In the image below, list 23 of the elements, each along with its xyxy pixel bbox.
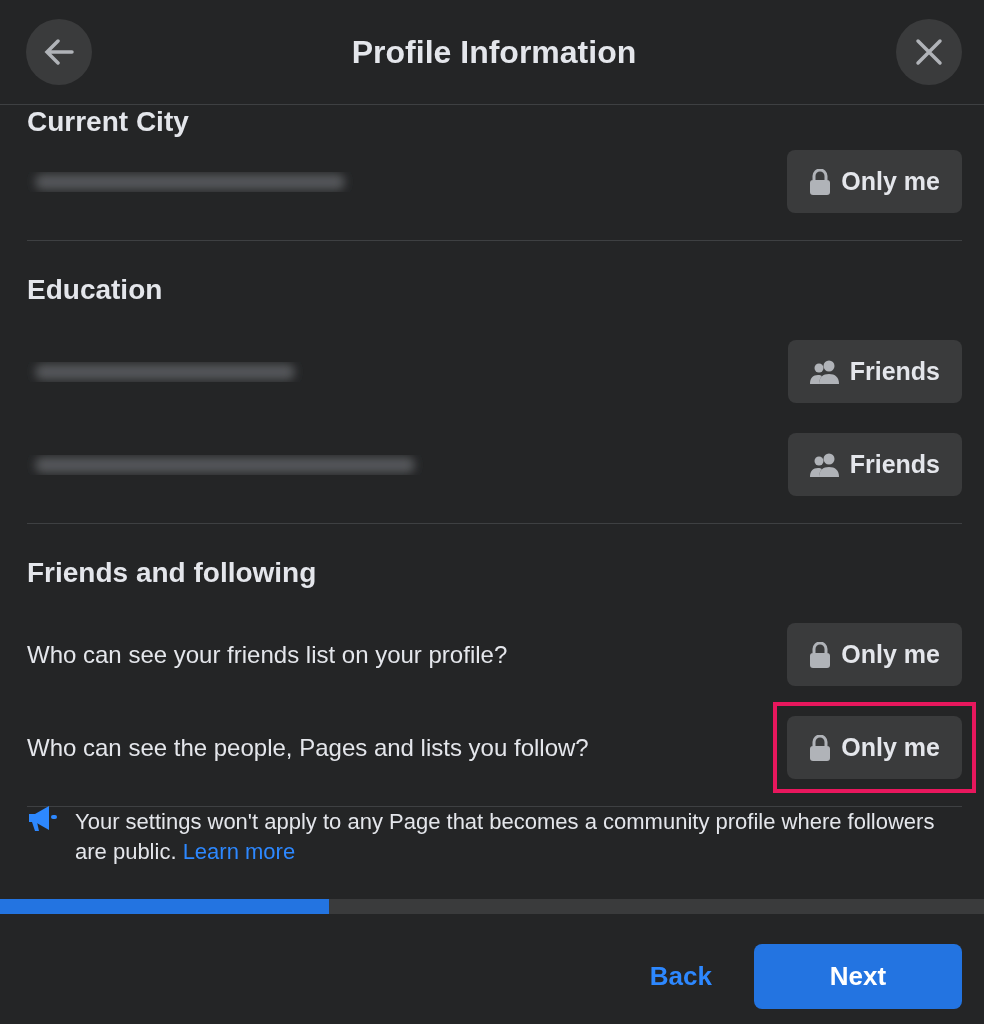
back-arrow-icon [44, 39, 74, 65]
question-text: Who can see the people, Pages and lists you follow? [27, 732, 589, 763]
lock-icon [809, 734, 832, 761]
section-heading: Current City [27, 105, 190, 139]
section-heading: Friends and following [27, 556, 318, 590]
next-button[interactable]: Next [754, 944, 962, 1010]
people-icon [809, 452, 840, 477]
people-icon [809, 359, 840, 384]
privacy-button[interactable]: Friends [787, 340, 962, 403]
question-text: Who can see your friends list on your profile? [27, 639, 508, 670]
privacy-button[interactable]: Friends [787, 433, 962, 496]
privacy-button[interactable]: Only me [787, 150, 962, 213]
privacy-button[interactable]: Only me [787, 716, 962, 779]
megaphone-icon [27, 805, 59, 833]
dialog-title: Profile Information [351, 33, 637, 72]
lock-icon [809, 168, 832, 195]
back-link[interactable]: Back [643, 956, 718, 998]
section-heading: Education [27, 273, 164, 307]
lock-icon [809, 641, 832, 668]
notice-text: Your settings won't apply to any Page that becomes a community profile where followers are public. Learn more [75, 808, 936, 866]
privacy-button[interactable]: Only me [787, 623, 962, 686]
learn-more-link[interactable]: Learn more [182, 838, 296, 864]
close-icon [915, 38, 943, 66]
